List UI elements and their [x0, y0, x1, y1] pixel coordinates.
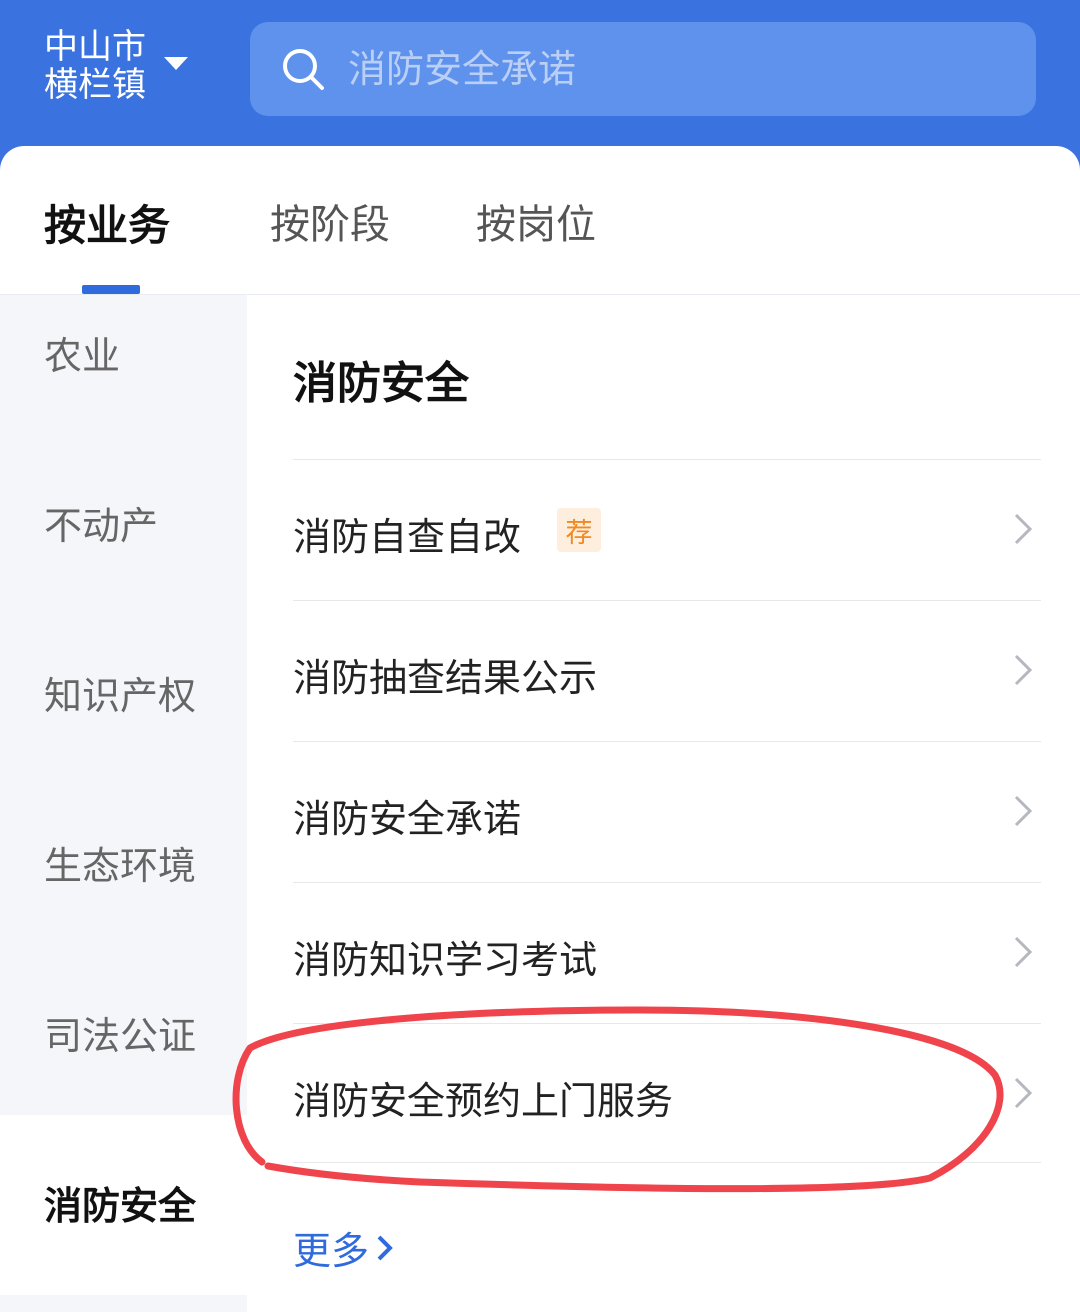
recommend-badge: 荐 [557, 508, 601, 552]
tab-by-position[interactable]: 按岗位 [476, 192, 596, 250]
sidebar-item-label: 消防安全 [44, 1184, 197, 1228]
tab-by-stage[interactable]: 按阶段 [270, 192, 390, 250]
list-item-safety-commitment[interactable]: 消防安全承诺 [293, 741, 1041, 881]
sidebar-item-label: 不动产 [44, 504, 159, 548]
content-panel: 消防安全 消防自查自改 荐 消防抽查结果公示 消防安全承诺 消防知识学习考试 消… [247, 295, 1080, 1312]
more-link[interactable]: 更多 [293, 1220, 395, 1275]
search-icon [283, 49, 324, 90]
chevron-right-icon [377, 1235, 393, 1260]
list-item-self-inspection[interactable]: 消防自查自改 荐 [293, 459, 1041, 599]
location-town: 横栏镇 [44, 65, 146, 105]
sidebar-item-ecology[interactable]: 生态环境 [0, 805, 247, 975]
search-input[interactable] [348, 47, 1036, 91]
list-item-label: 消防知识学习考试 [293, 938, 598, 982]
tab-bar: 按业务 按阶段 按岗位 [0, 146, 1080, 295]
tab-by-business[interactable]: 按业务 [44, 192, 170, 253]
sidebar-item-label: 知识产权 [44, 674, 197, 718]
list-item-label: 消防安全预约上门服务 [293, 1079, 674, 1123]
sidebar-item-agriculture[interactable]: 农业 [0, 295, 247, 465]
list-item-spot-check-results[interactable]: 消防抽查结果公示 [293, 600, 1041, 740]
section-title: 消防安全 [293, 358, 469, 409]
search-bar[interactable] [250, 22, 1036, 116]
list-item-knowledge-exam[interactable]: 消防知识学习考试 [293, 882, 1041, 1022]
location-city: 中山市 [44, 27, 146, 67]
header: 中山市 横栏镇 [0, 0, 1080, 160]
active-tab-indicator [82, 285, 140, 294]
sidebar-item-label: 农业 [44, 334, 121, 378]
caret-down-icon [164, 56, 188, 70]
main-sheet: 按业务 按阶段 按岗位 农业 不动产 知识产权 生态环境 司法公证 消防安全 消… [0, 146, 1080, 1312]
list-item-label: 消防安全承诺 [293, 797, 522, 841]
list-item-label: 消防抽查结果公示 [293, 656, 598, 700]
sidebar-item-label: 司法公证 [44, 1014, 197, 1058]
chevron-right-icon [1014, 795, 1033, 827]
category-sidebar: 农业 不动产 知识产权 生态环境 司法公证 消防安全 [0, 295, 247, 1312]
sidebar-item-real-estate[interactable]: 不动产 [0, 465, 247, 635]
list-item-onsite-service-booking[interactable]: 消防安全预约上门服务 [293, 1023, 1041, 1163]
sidebar-item-fire-safety[interactable]: 消防安全 [0, 1115, 247, 1295]
more-label: 更多 [293, 1229, 370, 1273]
list-item-label: 消防自查自改 [293, 515, 522, 559]
location-selector[interactable]: 中山市 横栏镇 [44, 28, 188, 104]
sidebar-item-label: 生态环境 [44, 844, 197, 888]
chevron-right-icon [1014, 654, 1033, 686]
chevron-right-icon [1014, 1077, 1033, 1109]
sidebar-item-intellectual-property[interactable]: 知识产权 [0, 635, 247, 805]
location-text: 中山市 横栏镇 [44, 28, 146, 104]
chevron-right-icon [1014, 936, 1033, 968]
chevron-right-icon [1014, 513, 1033, 545]
